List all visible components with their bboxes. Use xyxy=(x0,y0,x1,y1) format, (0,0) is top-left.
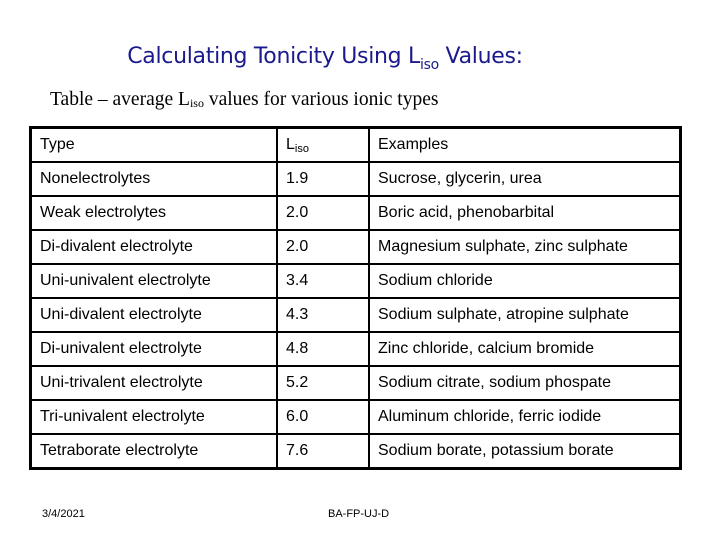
cell-examples: Sucrose, glycerin, urea xyxy=(368,161,682,197)
cell-liso: 4.3 xyxy=(276,297,370,333)
header-examples: Examples xyxy=(368,126,682,163)
header-liso: Liso xyxy=(276,126,370,163)
footer-date: 3/4/2021 xyxy=(42,508,85,520)
table-row: Uni-divalent electrolyte 4.3 Sodium sulpha… xyxy=(29,297,682,333)
cell-examples: Sodium chloride xyxy=(368,263,682,299)
cell-liso: 6.0 xyxy=(276,399,370,435)
header-type: Type xyxy=(29,126,278,163)
cell-liso: 2.0 xyxy=(276,229,370,265)
cell-type: Uni-divalent electrolyte xyxy=(29,297,278,333)
cell-examples: Sodium citrate, sodium phospate xyxy=(368,365,682,401)
table-row: Di-divalent electrolyte 2.0 Magnesium sulp… xyxy=(29,229,682,265)
liso-table: Type Liso Examples Nonelectrolytes 1.9 Suc… xyxy=(29,126,682,470)
cell-liso: 1.9 xyxy=(276,161,370,197)
cell-examples: Aluminum chloride, ferric iodide xyxy=(368,399,682,435)
cell-type: Uni-univalent electrolyte xyxy=(29,263,278,299)
cell-type: Tri-univalent electrolyte xyxy=(29,399,278,435)
table-row: Nonelectrolytes 1.9 Sucrose, glycerin, ure… xyxy=(29,161,682,197)
cell-type: Di-divalent electrolyte xyxy=(29,229,278,265)
table-caption-subscript: iso xyxy=(189,96,204,110)
cell-examples: Magnesium sulphate, zinc sulphate xyxy=(368,229,682,265)
table-row: Uni-univalent electrolyte 3.4 Sodium chlor… xyxy=(29,263,682,299)
cell-examples: Sodium borate, potassium borate xyxy=(368,433,682,470)
table-row: Tri-univalent electrolyte 6.0 Aluminum chl… xyxy=(29,399,682,435)
header-liso-main: L xyxy=(286,135,295,153)
cell-type: Uni-trivalent electrolyte xyxy=(29,365,278,401)
slide-title: Calculating Tonicity Using Liso Values: xyxy=(0,44,650,73)
cell-examples: Sodium sulphate, atropine sulphate xyxy=(368,297,682,333)
cell-liso: 4.8 xyxy=(276,331,370,367)
cell-liso: 2.0 xyxy=(276,195,370,231)
cell-type: Weak electrolytes xyxy=(29,195,278,231)
cell-liso: 3.4 xyxy=(276,263,370,299)
table-row: Uni-trivalent electrolyte 5.2 Sodium citra… xyxy=(29,365,682,401)
table-row: Weak electrolytes 2.0 Boric acid, phenobar… xyxy=(29,195,682,231)
cell-liso: 5.2 xyxy=(276,365,370,401)
table-caption-prefix: Table – average L xyxy=(50,89,190,110)
table-row: Di-univalent electrolyte 4.8 Zinc chloride… xyxy=(29,331,682,367)
table-row: Tetraborate electrolyte 7.6 Sodium borate,… xyxy=(29,433,682,470)
cell-type: Nonelectrolytes xyxy=(29,161,278,197)
slide-title-prefix: Calculating Tonicity Using L xyxy=(127,44,420,69)
table-caption: Table – average Liso values for various … xyxy=(50,89,438,111)
cell-liso: 7.6 xyxy=(276,433,370,470)
header-liso-subscript: iso xyxy=(294,142,309,155)
cell-type: Di-univalent electrolyte xyxy=(29,331,278,367)
cell-type: Tetraborate electrolyte xyxy=(29,433,278,470)
cell-examples: Zinc chloride, calcium bromide xyxy=(368,331,682,367)
slide-title-subscript: iso xyxy=(419,57,439,73)
table-header-row: Type Liso Examples xyxy=(29,126,682,163)
slide-title-suffix: Values: xyxy=(438,44,524,69)
footer-id: BA-FP-UJ-D xyxy=(328,508,390,520)
table-caption-suffix: values for various ionic types xyxy=(203,89,439,110)
cell-examples: Boric acid, phenobarbital xyxy=(368,195,682,231)
